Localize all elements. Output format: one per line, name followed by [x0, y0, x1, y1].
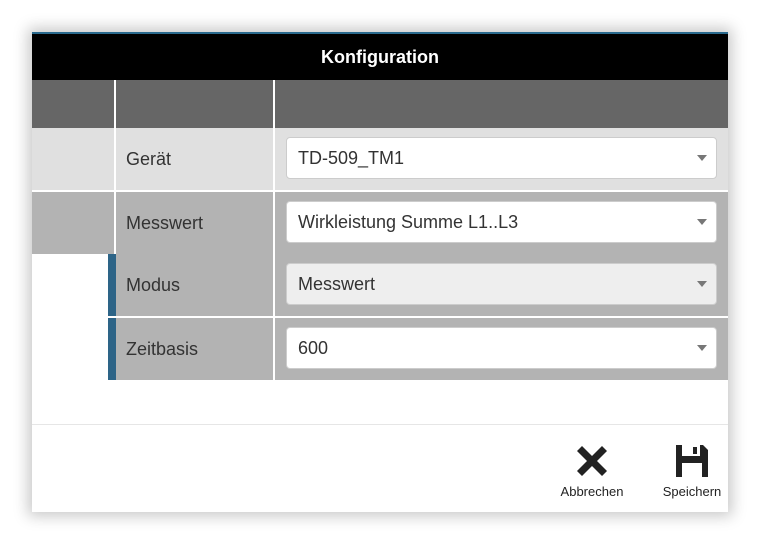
measurement-select[interactable]: Wirkleistung Summe L1..L3	[286, 201, 717, 243]
device-select-value: TD-509_TM1	[298, 148, 405, 168]
chevron-down-icon	[697, 219, 707, 225]
chevron-down-icon	[697, 345, 707, 351]
field-label-messwert: Messwert	[116, 192, 273, 254]
dialog-title: Konfiguration	[32, 32, 728, 80]
field-label-geraet: Gerät	[116, 128, 273, 190]
footer-divider	[32, 424, 728, 425]
timebase-select-value: 600	[298, 338, 329, 358]
close-icon	[577, 446, 607, 476]
field-value-cell: Messwert	[275, 254, 728, 316]
save-button[interactable]: Speichern	[656, 442, 728, 499]
field-value-cell: Wirkleistung Summe L1..L3	[275, 192, 728, 254]
field-value-cell: TD-509_TM1	[275, 128, 728, 190]
cancel-button[interactable]: Abbrechen	[554, 442, 630, 499]
configuration-dialog: Konfiguration Gerät TD-509_TM1 Messwert …	[32, 32, 728, 512]
chevron-down-icon	[697, 155, 707, 161]
field-value-cell: 600	[275, 318, 728, 380]
field-label-zeitbasis: Zeitbasis	[116, 318, 273, 380]
table-header-cell	[275, 80, 728, 128]
row-indicator	[108, 318, 116, 380]
floppy-disk-icon	[676, 445, 708, 477]
timebase-select[interactable]: 600	[286, 327, 717, 369]
mode-select-value: Messwert	[298, 274, 376, 294]
mode-select[interactable]: Messwert	[286, 263, 717, 305]
field-label-modus: Modus	[116, 254, 273, 316]
table-header-cell	[116, 80, 273, 128]
cancel-button-label: Abbrechen	[560, 484, 624, 499]
row-indicator	[108, 254, 116, 316]
device-select[interactable]: TD-509_TM1	[286, 137, 717, 179]
chevron-down-icon	[697, 281, 707, 287]
row-marker	[32, 128, 114, 190]
save-button-label: Speichern	[662, 484, 722, 499]
row-marker	[32, 192, 114, 254]
table-header-cell	[32, 80, 114, 128]
measurement-select-value: Wirkleistung Summe L1..L3	[298, 212, 519, 232]
